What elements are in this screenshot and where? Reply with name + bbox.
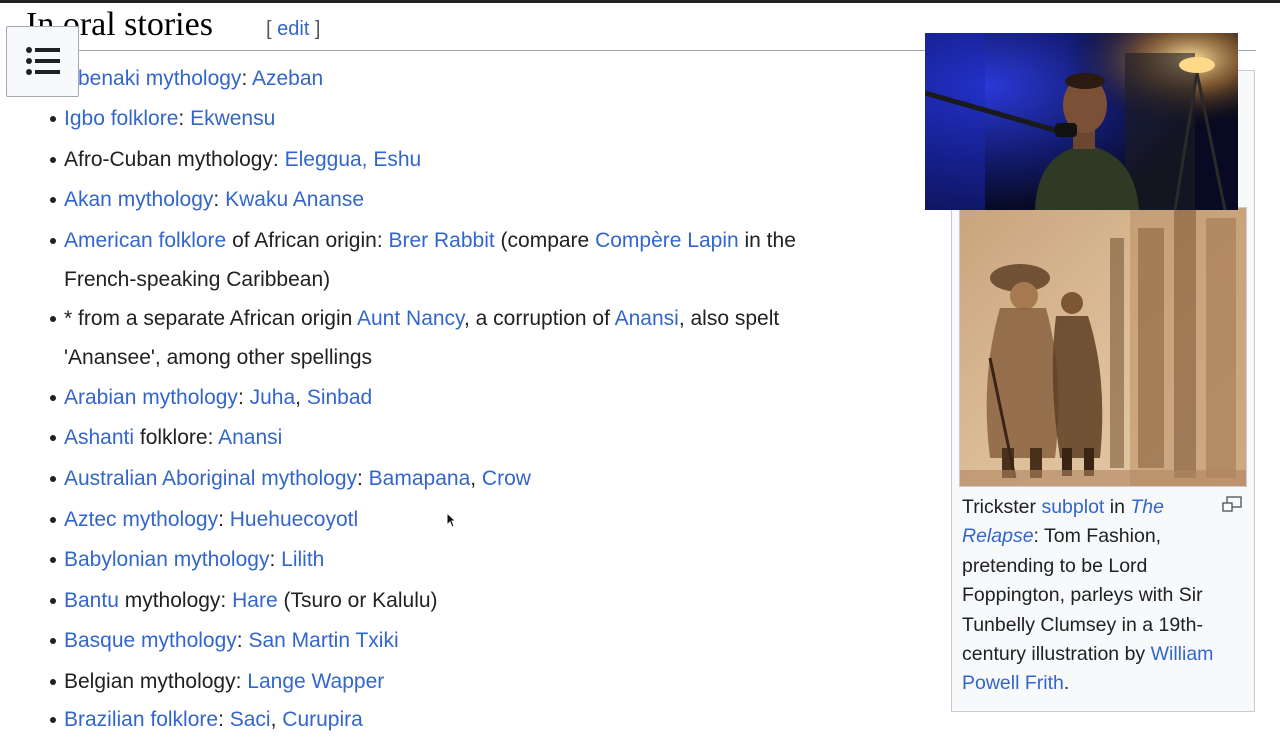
list-item: Babylonian mythology: Lilith: [50, 541, 914, 580]
list-item: Belgian mythology: Lange Wapper: [50, 663, 914, 702]
article-link[interactable]: Ekwensu: [190, 107, 275, 130]
list-item-text: folklore:: [134, 426, 219, 449]
list-item-text: :: [178, 107, 191, 130]
infobox-caption: Trickster subplot in The Relapse: Tom Fa…: [962, 496, 1214, 695]
webcam-person-icon: [925, 33, 1238, 210]
trickster-illustration[interactable]: [959, 207, 1247, 487]
list-item: Abenaki mythology: Azeban: [50, 60, 914, 99]
article-link[interactable]: Anansi: [615, 307, 679, 330]
list-item: Brazilian folklore: Saci, Curupira: [50, 701, 914, 740]
subplot-link[interactable]: subplot: [1041, 496, 1104, 518]
article-link[interactable]: Aztec mythology: [64, 508, 218, 531]
article-link[interactable]: Compère Lapin: [595, 229, 739, 252]
webcam-overlay: [925, 33, 1238, 210]
list-item-text: French-speaking Caribbean): [64, 267, 331, 291]
list-item-text: Afro-Cuban mythology:: [64, 148, 285, 171]
article-link[interactable]: Aunt Nancy: [357, 307, 464, 330]
article-link[interactable]: Basque mythology: [64, 629, 237, 652]
enlarge-image-button[interactable]: [1222, 496, 1242, 512]
article-link[interactable]: Hare: [232, 589, 278, 612]
article-link[interactable]: Bantu: [64, 589, 119, 612]
arrow-cursor-icon: [446, 511, 457, 528]
article-link[interactable]: Azeban: [252, 67, 323, 90]
list-item-text: :: [241, 67, 252, 90]
article-link[interactable]: Babylonian mythology: [64, 548, 269, 571]
list-item: Aztec mythology: Huehuecoyotl: [50, 501, 914, 540]
list-item: American folklore of African origin: Bre…: [50, 222, 914, 299]
article-link[interactable]: Igbo folklore: [64, 107, 178, 130]
list-item: Bantu mythology: Hare (Tsuro or Kalulu): [50, 582, 914, 621]
article-link[interactable]: San Martin Txiki: [248, 629, 398, 652]
list-item: Igbo folklore: Ekwensu: [50, 100, 914, 139]
article-link[interactable]: Arabian mythology: [64, 386, 238, 409]
list-item-text: , also spelt: [678, 307, 780, 330]
list-item: Australian Aboriginal mythology: Bamapan…: [50, 460, 914, 499]
list-item: Afro-Cuban mythology: Eleggua, Eshu: [50, 141, 914, 180]
list-item: * from a separate African origin Aunt Na…: [50, 300, 914, 377]
article-link[interactable]: Australian Aboriginal mythology: [64, 467, 357, 490]
list-item-text: 'Anansee', among other spellings: [64, 345, 373, 369]
article-link[interactable]: Juha: [250, 386, 296, 409]
list-item: Basque mythology: San Martin Txiki: [50, 622, 914, 661]
list-item-text: in the: [738, 229, 796, 252]
menu-list-icon: [26, 47, 60, 75]
article-link[interactable]: American folklore: [64, 229, 226, 252]
list-item-text: :: [213, 188, 226, 211]
list-item-text: :: [357, 467, 369, 490]
toc-toggle-button[interactable]: [6, 26, 79, 97]
list-item-text: (compare: [494, 229, 596, 252]
list-item: Akan mythology: Kwaku Ananse: [50, 181, 914, 220]
article-link[interactable]: Crow: [482, 467, 531, 490]
article-link[interactable]: Kwaku Ananse: [225, 188, 364, 211]
list-item-text: :: [236, 629, 249, 652]
list-item-text: :: [237, 386, 250, 409]
article-link[interactable]: Huehuecoyotl: [230, 508, 358, 531]
article-link[interactable]: Ashanti: [64, 426, 134, 449]
article-link[interactable]: Anansi: [218, 426, 282, 449]
article-link[interactable]: Lilith: [281, 548, 324, 571]
trickster-list: Abenaki mythology: Azeban Igbo folklore: …: [0, 0, 920, 731]
sepia-illustration: [960, 208, 1246, 486]
list-item-text: :: [218, 508, 230, 531]
article-link[interactable]: Brer Rabbit: [388, 229, 494, 252]
list-item-text: of African origin:: [226, 229, 389, 252]
enlarge-icon: [1222, 496, 1242, 512]
article-link[interactable]: Eleggua, Eshu: [285, 148, 422, 171]
article-link[interactable]: Akan mythology: [64, 188, 213, 211]
article-link[interactable]: Sinbad: [307, 386, 372, 409]
list-item-text: ,: [470, 467, 482, 490]
list-item-text: , a corruption of: [464, 307, 615, 330]
list-item: Arabian mythology: Juha, Sinbad: [50, 379, 914, 418]
list-item-text: :: [269, 548, 282, 571]
list-item-text: mythology:: [118, 589, 233, 612]
article-link[interactable]: Abenaki mythology: [64, 67, 241, 90]
list-item-text: ,: [295, 386, 307, 409]
article-link[interactable]: Lange Wapper: [247, 670, 384, 693]
mouse-cursor: [446, 511, 457, 533]
list-item-text: Belgian mythology:: [64, 670, 248, 693]
list-item-text: (Tsuro or Kalulu): [277, 589, 438, 612]
article-link[interactable]: Bamapana: [369, 467, 471, 490]
list-item: Ashanti folklore: Anansi: [50, 419, 914, 458]
list-item-text: * from a separate African origin: [64, 307, 357, 330]
